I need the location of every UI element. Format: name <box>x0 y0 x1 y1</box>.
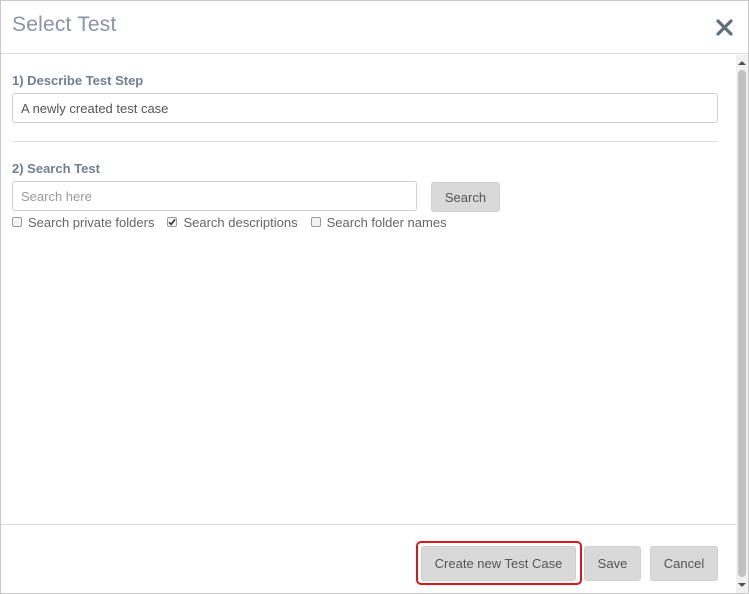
search-folder-names-option[interactable]: Search folder names <box>310 214 447 230</box>
search-folder-names-checkbox[interactable] <box>310 217 321 227</box>
scroll-down-arrow-icon[interactable] <box>736 579 748 591</box>
search-private-folders-option[interactable]: Search private folders <box>12 215 154 230</box>
checkmark-icon <box>168 218 177 226</box>
save-button[interactable]: Save <box>584 546 641 581</box>
search-private-folders-label: Search private folders <box>28 214 155 230</box>
vertical-scrollbar[interactable] <box>736 55 748 593</box>
search-descriptions-checkbox[interactable] <box>167 217 178 227</box>
search-test-label: 2) Search Test <box>12 161 100 176</box>
dialog-title: Select Test <box>12 13 117 36</box>
dialog-footer: Create new Test Case Save Cancel <box>1 524 736 593</box>
scrollbar-thumb[interactable] <box>738 70 746 577</box>
close-button[interactable] <box>710 13 738 41</box>
describe-step-label: 1) Describe Test Step <box>12 73 144 88</box>
search-private-folders-checkbox[interactable] <box>12 217 22 227</box>
search-folder-names-label: Search folder names <box>326 214 447 230</box>
search-button[interactable]: Search <box>431 182 500 212</box>
section-divider <box>12 141 718 142</box>
dialog-body: 1) Describe Test Step 2) Search Test Sea… <box>1 55 736 524</box>
scroll-up-arrow-icon[interactable] <box>736 57 748 69</box>
close-x-icon <box>715 18 733 36</box>
search-input[interactable] <box>12 181 417 211</box>
dialog-header: Select Test <box>1 1 748 54</box>
search-descriptions-option[interactable]: Search descriptions <box>167 214 298 230</box>
search-options: Search private folders Search descriptio… <box>12 214 460 230</box>
test-step-description-input[interactable] <box>12 93 718 123</box>
search-descriptions-label: Search descriptions <box>183 214 298 230</box>
select-test-dialog: Select Test 1) Describe Test Step 2) Sea… <box>0 0 749 594</box>
cancel-button[interactable]: Cancel <box>650 546 718 581</box>
create-new-test-case-button[interactable]: Create new Test Case <box>421 546 576 581</box>
